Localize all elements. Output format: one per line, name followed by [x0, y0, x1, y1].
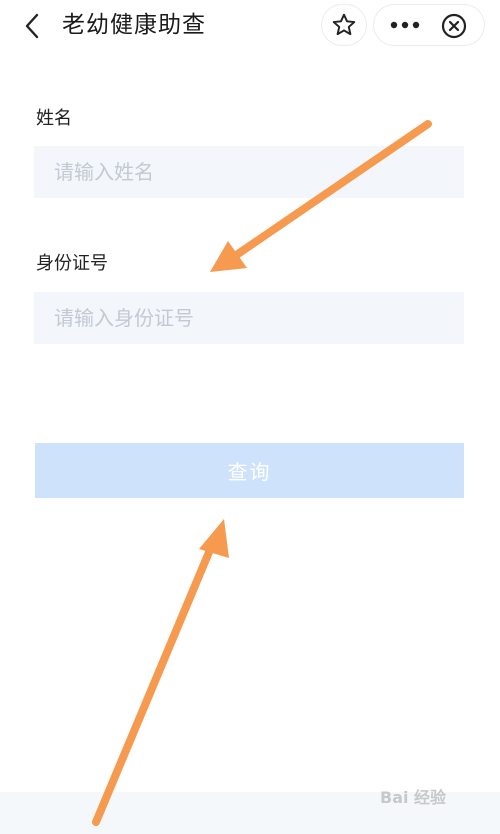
star-icon — [332, 13, 356, 36]
arrow-to-query-button — [92, 519, 229, 826]
more-icon — [390, 21, 420, 29]
nav-bar: 老幼健康助查 — [0, 0, 500, 52]
name-label: 姓名 — [36, 108, 72, 129]
favorite-button[interactable] — [322, 5, 366, 45]
name-input[interactable] — [34, 146, 464, 198]
more-button[interactable] — [388, 13, 422, 37]
page-title: 老幼健康助查 — [62, 12, 206, 38]
mini-program-capsule — [374, 5, 484, 45]
id-number-label: 身份证号 — [36, 253, 108, 274]
query-button[interactable]: 查询 — [35, 443, 464, 498]
back-button[interactable] — [20, 13, 44, 39]
annotation-arrows — [92, 120, 432, 826]
watermark: Bai 经验 — [380, 788, 447, 807]
id-number-input[interactable] — [34, 292, 464, 344]
close-button[interactable] — [440, 12, 468, 40]
close-circle-icon — [441, 13, 467, 39]
chevron-left-icon — [25, 13, 39, 39]
